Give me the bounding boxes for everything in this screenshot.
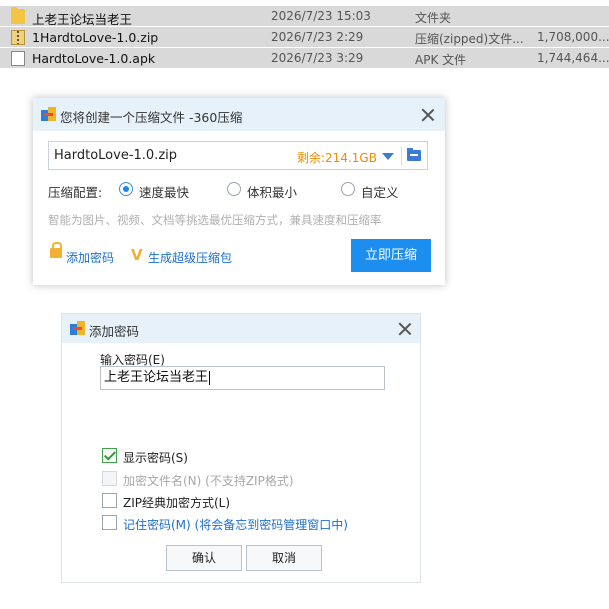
- show-password-checkbox[interactable]: [102, 448, 117, 463]
- file-name: HardtoLove-1.0.apk: [32, 51, 156, 66]
- cancel-button[interactable]: 取消: [246, 545, 322, 571]
- vip-v-icon: V: [131, 246, 143, 264]
- encrypt-filenames-label: 加密文件名(N) (不支持ZIP格式): [123, 474, 294, 488]
- browse-folder-icon[interactable]: [407, 148, 421, 161]
- add-password-link[interactable]: 添加密码: [66, 249, 114, 266]
- super-pack-link[interactable]: 生成超级压缩包: [148, 249, 232, 266]
- free-space-text: 剩余:214.1GB: [297, 151, 377, 165]
- file-size: 1,744,464...: [537, 51, 609, 65]
- radio-smallest[interactable]: [227, 182, 241, 196]
- file-name: 上老王论坛当老王: [32, 12, 133, 27]
- zip-icon: [11, 30, 25, 45]
- file-list: 上老王论坛当老王 2026/7/23 15:03 文件夹 1HardtoLove…: [0, 6, 609, 69]
- folder-icon: [11, 7, 25, 24]
- 360-compress-logo-icon: [70, 321, 85, 336]
- radio-fastest[interactable]: [119, 182, 133, 196]
- ok-button[interactable]: 确认: [166, 545, 242, 571]
- file-date: 2026/7/23 15:03: [271, 9, 371, 23]
- compression-hint: 智能为图片、视频、文档等挑选最优压缩方式，兼具速度和压缩率: [48, 213, 382, 227]
- compress-now-button[interactable]: 立即压缩: [351, 239, 431, 272]
- chevron-down-icon[interactable]: [382, 153, 394, 160]
- radio-smallest-label[interactable]: 体积最小: [247, 182, 297, 201]
- 360-compress-logo-icon: [41, 107, 56, 122]
- compress-dialog: 您将创建一个压缩文件 -360压缩 HardtoLove-1.0.zip 剩余:…: [33, 98, 445, 285]
- file-date: 2026/7/23 2:29: [271, 30, 364, 44]
- file-row-zip[interactable]: 1HardtoLove-1.0.zip 2026/7/23 2:29 压缩(zi…: [0, 27, 609, 48]
- zip-classic-encryption-label[interactable]: ZIP经典加密方式(L): [123, 494, 230, 511]
- file-type: APK 文件: [415, 53, 467, 67]
- file-type: 文件夹: [415, 11, 452, 25]
- file-size: 1,708,000...: [537, 30, 609, 44]
- zip-classic-encryption-checkbox[interactable]: [102, 493, 117, 508]
- dialog-title: 添加密码: [89, 324, 140, 339]
- radio-custom-label[interactable]: 自定义: [361, 182, 399, 201]
- file-row-folder[interactable]: 上老王论坛当老王 2026/7/23 15:03 文件夹: [0, 6, 609, 27]
- output-path-field[interactable]: HardtoLove-1.0.zip 剩余:214.1GB: [48, 141, 428, 170]
- lock-icon: [50, 242, 62, 258]
- radio-fastest-label[interactable]: 速度最快: [139, 182, 189, 201]
- remember-password-label[interactable]: 记住密码(M) (将会备忘到密码管理窗口中): [123, 516, 348, 533]
- close-icon[interactable]: [398, 322, 412, 336]
- file-row-apk[interactable]: HardtoLove-1.0.apk 2026/7/23 3:29 APK 文件…: [0, 48, 609, 69]
- file-icon: [11, 51, 25, 66]
- add-password-dialog: 添加密码 输入密码(E) 上老王论坛当老王 显示密码(S) 加密文件名(N) (…: [61, 313, 421, 583]
- encrypt-filenames-checkbox[interactable]: [102, 471, 117, 486]
- dialog-titlebar[interactable]: 您将创建一个压缩文件 -360压缩: [33, 98, 445, 131]
- output-path-text: HardtoLove-1.0.zip: [54, 148, 178, 163]
- show-password-label[interactable]: 显示密码(S): [123, 449, 188, 466]
- file-type: 压缩(zipped)文件...: [415, 32, 524, 46]
- dialog-titlebar[interactable]: 添加密码: [62, 314, 420, 343]
- remember-password-checkbox[interactable]: [102, 515, 117, 530]
- password-input[interactable]: 上老王论坛当老王: [100, 366, 385, 390]
- divider: [401, 147, 402, 165]
- config-label: 压缩配置:: [48, 185, 103, 200]
- radio-custom[interactable]: [341, 182, 355, 196]
- dialog-title: 您将创建一个压缩文件 -360压缩: [60, 110, 243, 125]
- file-name: 1HardtoLove-1.0.zip: [32, 30, 159, 45]
- file-date: 2026/7/23 3:29: [271, 51, 364, 65]
- close-icon[interactable]: [421, 108, 435, 122]
